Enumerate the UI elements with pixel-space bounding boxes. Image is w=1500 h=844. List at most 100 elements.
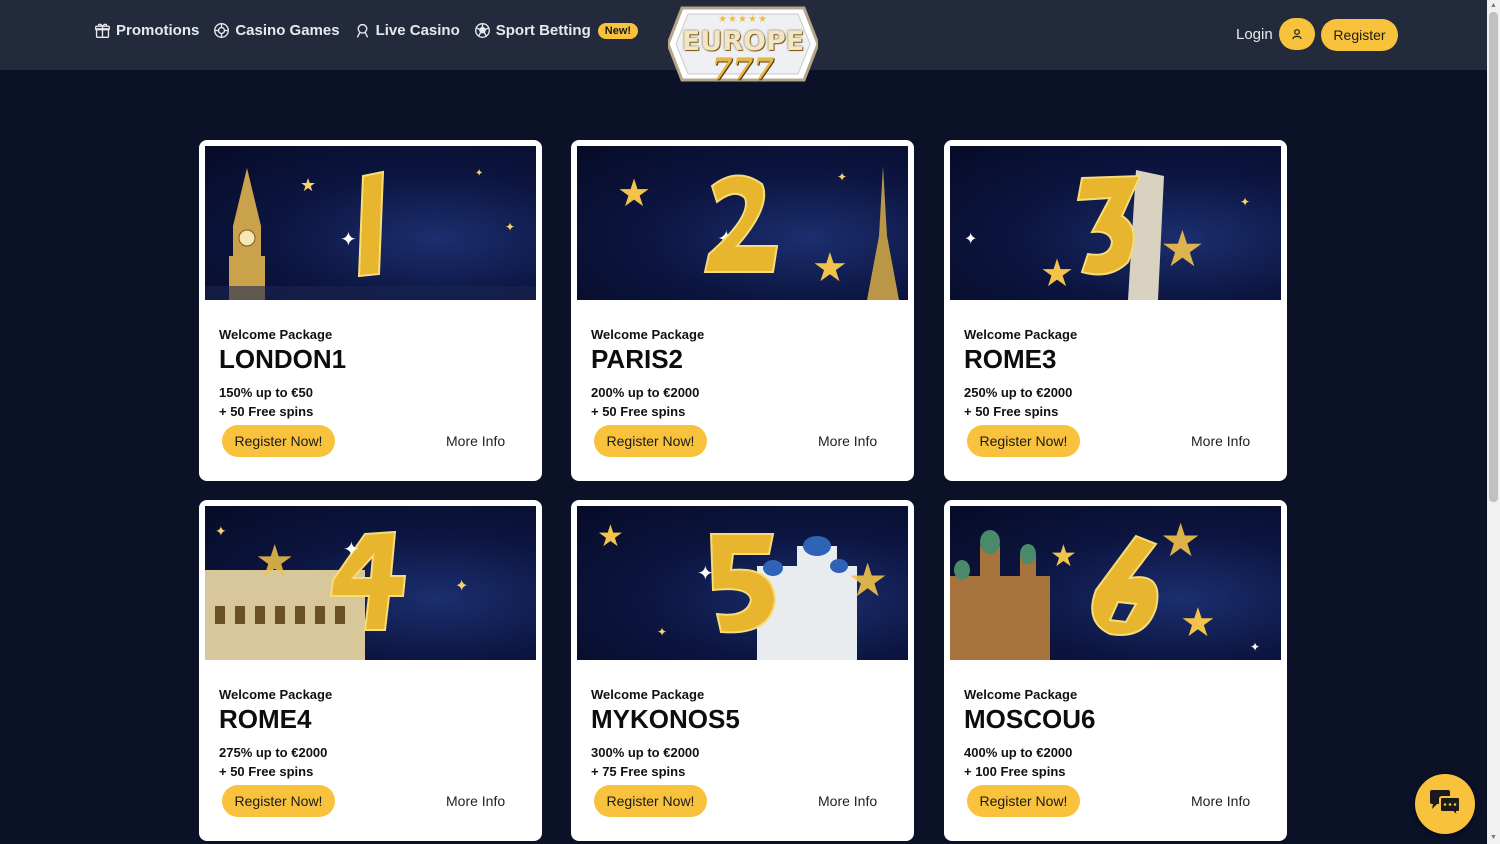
promo-code: ROME3 (964, 344, 1057, 374)
more-info-link[interactable]: More Info (1191, 793, 1250, 809)
promo-card-mykonos: ★ ★ ✦ ✦ Welcome Package MYKONOS5 300% up t… (571, 500, 914, 841)
soccer-ball-icon (474, 23, 490, 38)
svg-text:★: ★ (1180, 601, 1216, 645)
bonus-line: 400% up to €2000 (964, 745, 1073, 760)
more-info-link[interactable]: More Info (446, 793, 505, 809)
svg-text:✦: ✦ (657, 625, 667, 639)
login-link[interactable]: Login (1236, 18, 1315, 50)
nav-promotions-label: Promotions (116, 22, 200, 39)
svg-text:★: ★ (847, 554, 888, 606)
register-now-button[interactable]: Register Now! (222, 425, 335, 457)
svg-text:✦: ✦ (1240, 195, 1250, 209)
promo-code: ROME4 (219, 704, 312, 734)
scroll-up-arrow-icon[interactable]: ▲ (1489, 2, 1498, 10)
gift-icon (95, 23, 110, 38)
nav-live-casino-label: Live Casino (375, 22, 460, 39)
register-now-button[interactable]: Register Now! (967, 785, 1080, 817)
svg-text:★: ★ (300, 175, 316, 195)
nav-sport-betting[interactable]: Sport Betting New! (474, 22, 639, 39)
svg-text:★: ★ (1040, 253, 1074, 295)
scroll-down-arrow-icon[interactable]: ▼ (1489, 834, 1498, 842)
card-subtitle: Welcome Package (219, 687, 333, 702)
card-subtitle: Welcome Package (591, 327, 705, 342)
promo-card-rome3: ★ ★ ✦ ✦ Welcome Package ROME3 250% up to €… (944, 140, 1287, 481)
card-subtitle: Welcome Package (219, 327, 333, 342)
digit-graphic (357, 170, 385, 278)
new-badge: New! (597, 22, 639, 39)
svg-text:✦: ✦ (1250, 640, 1260, 654)
dealer-icon (356, 23, 368, 38)
more-info-link[interactable]: More Info (446, 433, 505, 449)
promo-card-moscou: ★ ★ ★ ✦ Welcome Package MOSCOU6 400% up to… (944, 500, 1287, 841)
europe777-logo[interactable]: ★★★★★ EUROPE 777 (668, 4, 818, 87)
svg-text:✦: ✦ (343, 539, 360, 561)
chat-bubbles-icon (1430, 790, 1461, 819)
free-spins-line: + 75 Free spins (591, 764, 686, 779)
promo-code: PARIS2 (591, 344, 683, 374)
free-spins-line: + 50 Free spins (219, 404, 314, 419)
svg-text:★: ★ (617, 173, 651, 215)
nav-promotions[interactable]: Promotions (94, 22, 199, 39)
digit-graphic (703, 174, 779, 273)
register-now-button[interactable]: Register Now! (594, 425, 707, 457)
scrollbar-thumb[interactable] (1489, 12, 1498, 502)
svg-text:✦: ✦ (505, 220, 515, 234)
promo-image-moscou: ★ ★ ★ ✦ (950, 506, 1281, 660)
svg-text:✦: ✦ (475, 168, 483, 179)
promo-code: LONDON1 (219, 344, 347, 374)
free-spins-line: + 50 Free spins (219, 764, 314, 779)
promo-card-rome4: ★ ✦ ✦ ✦ Welcome Package ROME4 275% up to … (199, 500, 542, 841)
promo-image-paris: ★★ ✦✦ (577, 146, 908, 300)
login-label: Login (1236, 25, 1273, 43)
svg-text:★: ★ (255, 537, 294, 586)
register-now-button[interactable]: Register Now! (222, 785, 335, 817)
live-chat-button[interactable] (1415, 774, 1475, 834)
main-nav: Promotions Casino Games Live Casino Spor… (94, 22, 652, 39)
svg-text:✦: ✦ (964, 231, 977, 248)
bonus-line: 300% up to €2000 (591, 745, 700, 760)
register-now-button[interactable]: Register Now! (967, 425, 1080, 457)
chip-icon (214, 23, 230, 38)
free-spins-line: + 100 Free spins (964, 764, 1066, 779)
bonus-line: 250% up to €2000 (964, 385, 1073, 400)
card-subtitle: Welcome Package (591, 687, 705, 702)
promo-image-rome3: ★ ★ ✦ ✦ (950, 146, 1281, 300)
svg-text:★: ★ (812, 246, 848, 290)
bonus-line: 150% up to €50 (219, 385, 313, 400)
nav-live-casino[interactable]: Live Casino (354, 22, 460, 39)
more-info-link[interactable]: More Info (818, 793, 877, 809)
more-info-link[interactable]: More Info (818, 433, 877, 449)
card-subtitle: Welcome Package (964, 327, 1078, 342)
free-spins-line: + 50 Free spins (591, 404, 686, 419)
bonus-line: 275% up to €2000 (219, 745, 328, 760)
promo-image-mykonos: ★ ★ ✦ ✦ (577, 506, 908, 660)
nav-casino-games-label: Casino Games (235, 22, 340, 39)
more-info-link[interactable]: More Info (1191, 433, 1250, 449)
bonus-line: 200% up to €2000 (591, 385, 700, 400)
nav-sport-betting-label: Sport Betting (495, 22, 591, 39)
svg-text:✦: ✦ (455, 578, 468, 595)
svg-text:★: ★ (597, 520, 624, 553)
register-now-button[interactable]: Register Now! (594, 785, 707, 817)
logo-stars: ★★★★★ (718, 14, 768, 25)
svg-text:✦: ✦ (215, 523, 227, 539)
user-icon[interactable] (1278, 18, 1315, 50)
svg-text:★: ★ (1160, 221, 1205, 277)
promo-card-london: ★ ✦ ✦ ✦ Welcome Package LONDON1 150% up to… (199, 140, 542, 481)
svg-text:★: ★ (1160, 514, 1201, 566)
free-spins-line: + 50 Free spins (964, 404, 1059, 419)
logo-text-777: 777 (711, 52, 775, 87)
promo-image-rome4: ★ ✦ ✦ ✦ (205, 506, 536, 660)
digit-graphic (1091, 534, 1159, 636)
register-button[interactable]: Register (1321, 19, 1398, 51)
svg-text:★: ★ (1050, 540, 1077, 573)
promo-card-paris: ★★ ✦✦ Welcome Package PARIS2 200% up to … (571, 140, 914, 481)
card-subtitle: Welcome Package (964, 687, 1078, 702)
promo-image-london: ★ ✦ ✦ ✦ (205, 146, 536, 300)
promo-code: MYKONOS5 (591, 704, 740, 734)
site-header: Promotions Casino Games Live Casino Spor… (0, 0, 1487, 87)
svg-text:✦: ✦ (340, 229, 357, 251)
digit-graphic (709, 533, 777, 634)
svg-text:✦: ✦ (837, 170, 847, 184)
nav-casino-games[interactable]: Casino Games (213, 22, 340, 39)
